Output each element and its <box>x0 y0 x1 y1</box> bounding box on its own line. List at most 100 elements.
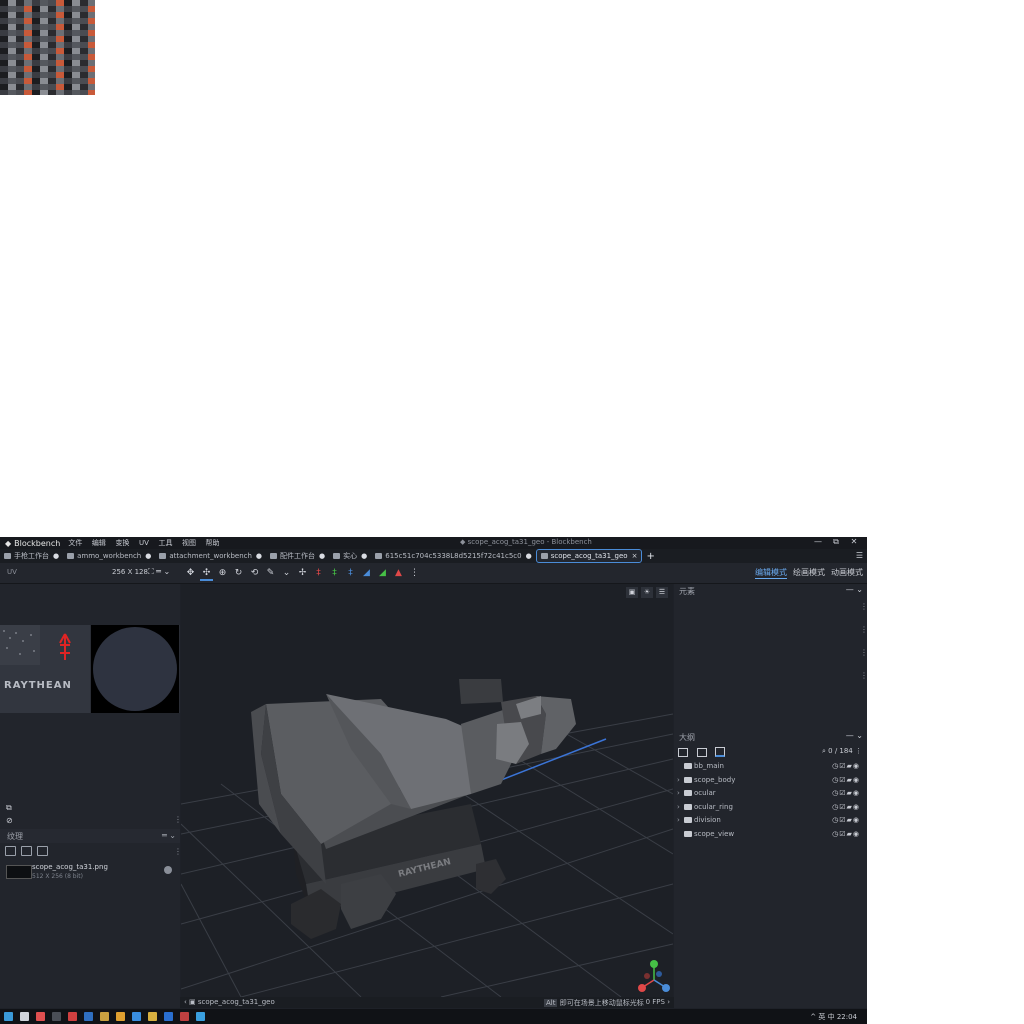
elements-collapse-icon[interactable]: — ⌄ <box>846 585 863 594</box>
tab-ammo-workbench[interactable]: ammo_workbench ● <box>63 550 155 562</box>
menu-view[interactable]: 视图 <box>182 539 196 547</box>
menu-tools[interactable]: 工具 <box>158 539 172 547</box>
copy-uv-icon[interactable]: ⧉ <box>6 801 13 814</box>
outliner-view-icon[interactable] <box>715 747 726 757</box>
tab-close-icon[interactable]: ● <box>145 552 151 560</box>
expand-chevron-icon[interactable]: › <box>677 803 680 811</box>
search-icon[interactable] <box>20 1012 29 1021</box>
tab-attachment-workbench[interactable]: attachment_workbench ● <box>155 550 266 562</box>
flip-x-icon[interactable]: ◢ <box>360 566 373 579</box>
link-icon[interactable]: ⊘ <box>6 814 13 827</box>
search-icon[interactable]: ⌕ <box>822 747 826 755</box>
item-visibility-icons[interactable]: ◷☑▰◉ <box>832 803 860 811</box>
outliner-item-division[interactable]: › division ◷☑▰◉ <box>677 815 864 828</box>
menu-uv[interactable]: UV <box>139 539 149 547</box>
brush-tool-icon[interactable]: ✎ <box>264 566 277 579</box>
outliner-collapse-icon[interactable]: — ⌄ <box>846 731 863 740</box>
new-tab-button[interactable]: + <box>646 551 654 562</box>
tab-texture-hash[interactable]: 615c51c704c5338L8d5215f72c41c5c0 ● <box>371 550 535 562</box>
animate-mode-tab[interactable]: 动画模式 <box>831 567 863 579</box>
app-icon-8[interactable] <box>148 1012 157 1021</box>
app-icon-11[interactable] <box>196 1012 205 1021</box>
elements-more-icon-2[interactable]: ⋮ <box>860 625 867 634</box>
uv-size-readout[interactable]: 256 X 128 <box>112 568 148 576</box>
3d-viewport[interactable]: RAYTHEAN ▣ ☀ ☰ <box>181 584 673 997</box>
outliner-item-ocular[interactable]: › ocular ◷☑▰◉ <box>677 788 864 801</box>
expand-chevron-icon[interactable]: › <box>677 789 680 797</box>
mirror-z-icon[interactable]: ‡ <box>344 566 357 579</box>
vertex-snap-icon[interactable]: ⟲ <box>248 566 261 579</box>
add-group-icon[interactable] <box>696 748 707 757</box>
tab-pistol-workbench[interactable]: 手枪工作台 ● <box>0 550 63 562</box>
move-tool-icon[interactable]: ✥ <box>184 566 197 579</box>
light-icon[interactable]: ☀ <box>641 587 653 598</box>
add-cube-icon[interactable] <box>678 748 688 757</box>
tray-icons[interactable]: ^ 英 中 <box>810 1013 834 1021</box>
edit-mode-tab[interactable]: 编辑模式 <box>755 567 787 579</box>
item-visibility-icons[interactable]: ◷☑▰◉ <box>832 762 860 770</box>
tab-close-icon[interactable]: ● <box>53 552 59 560</box>
uv-editor[interactable]: RAYTHEAN <box>0 625 180 713</box>
item-visibility-icons[interactable]: ◷☑▰◉ <box>832 789 860 797</box>
rotate-tool-icon[interactable]: ⊕ <box>216 566 229 579</box>
flip-z-icon[interactable]: ▲ <box>392 566 405 579</box>
menu-edit[interactable]: 编辑 <box>92 539 106 547</box>
paint-mode-tab[interactable]: 绘画模式 <box>793 567 825 579</box>
resize-tool-icon[interactable]: ✣ <box>200 566 213 581</box>
menu-icon[interactable]: ☰ <box>656 587 668 598</box>
app-icon-1[interactable] <box>36 1012 45 1021</box>
app-icon-7[interactable] <box>132 1012 141 1021</box>
tab-menu-icon[interactable]: ☰ <box>856 551 863 560</box>
start-icon[interactable] <box>4 1012 13 1021</box>
uv-fullscreen-icon[interactable]: ⛶ ═ ⌄ <box>148 567 170 577</box>
outliner-item-ocular-ring[interactable]: › ocular_ring ◷☑▰◉ <box>677 802 864 815</box>
elements-more-icon-3[interactable]: ⋮ <box>860 648 867 657</box>
clock[interactable]: 22:04 <box>837 1013 857 1021</box>
texture-folder-icon[interactable] <box>37 846 48 856</box>
flip-y-icon[interactable]: ◢ <box>376 566 389 579</box>
minimize-button[interactable]: — <box>809 537 827 547</box>
expand-chevron-icon[interactable]: › <box>677 816 680 824</box>
tab-scope-acog[interactable]: scope_acog_ta31_geo × <box>535 549 643 563</box>
create-texture-icon[interactable] <box>21 846 32 856</box>
item-visibility-icons[interactable]: ◷☑▰◉ <box>832 776 860 784</box>
tab-accessory-workbench[interactable]: 配件工作台 ● <box>266 550 329 562</box>
axis-gizmo[interactable] <box>638 960 670 992</box>
textures-collapse-icon[interactable]: ═ ⌄ <box>162 831 176 840</box>
app-icon-2[interactable] <box>52 1012 61 1021</box>
pivot-tool-icon[interactable]: ↻ <box>232 566 245 579</box>
maximize-button[interactable]: ⧉ <box>827 537 845 547</box>
app-icon-6[interactable] <box>116 1012 125 1021</box>
chevron-left-icon[interactable]: ‹ <box>184 998 187 1006</box>
app-icon-9[interactable] <box>164 1012 173 1021</box>
menu-help[interactable]: 帮助 <box>206 539 220 547</box>
outliner-item-scope-body[interactable]: › scope_body ◷☑▰◉ <box>677 775 864 788</box>
close-button[interactable]: ✕ <box>845 537 863 547</box>
menu-transform[interactable]: 变换 <box>115 539 129 547</box>
mirror-x-icon[interactable]: ‡ <box>312 566 325 579</box>
import-texture-icon[interactable] <box>5 846 16 856</box>
app-icon-3[interactable] <box>68 1012 77 1021</box>
elements-more-icon-1[interactable]: ⋮ <box>860 602 867 611</box>
camera-icon[interactable]: ▣ <box>626 587 638 598</box>
item-visibility-icons[interactable]: ◷☑▰◉ <box>832 816 860 824</box>
outliner-item-scope-view[interactable]: scope_view ◷☑▰◉ <box>677 829 864 842</box>
item-visibility-icons[interactable]: ◷☑▰◉ <box>832 830 860 838</box>
app-icon-10[interactable] <box>180 1012 189 1021</box>
tab-close-icon[interactable]: ● <box>526 552 532 560</box>
expand-chevron-icon[interactable]: › <box>677 776 680 784</box>
app-icon-4[interactable] <box>84 1012 93 1021</box>
texture-check-icon[interactable] <box>164 866 172 874</box>
tab-close-icon[interactable]: ● <box>361 552 367 560</box>
outliner-item-bb-main[interactable]: bb_main ◷☑▰◉ <box>677 761 864 774</box>
tab-close-icon[interactable]: ● <box>319 552 325 560</box>
chevron-right-icon[interactable]: › <box>667 998 670 1006</box>
elements-more-icon-4[interactable]: ⋮ <box>860 671 867 680</box>
app-icon-5[interactable] <box>100 1012 109 1021</box>
tab-solid[interactable]: 实心 ● <box>329 550 371 562</box>
mirror-y-icon[interactable]: ‡ <box>328 566 341 579</box>
tools-dropdown-icon[interactable]: ⌄ <box>280 566 293 579</box>
tab-close-icon[interactable]: ● <box>256 552 262 560</box>
texture-list-item[interactable]: scope_acog_ta31.png 512 X 256 (8 bit) <box>6 862 176 882</box>
mirror-modeling-icon[interactable]: ✢ <box>296 566 309 579</box>
